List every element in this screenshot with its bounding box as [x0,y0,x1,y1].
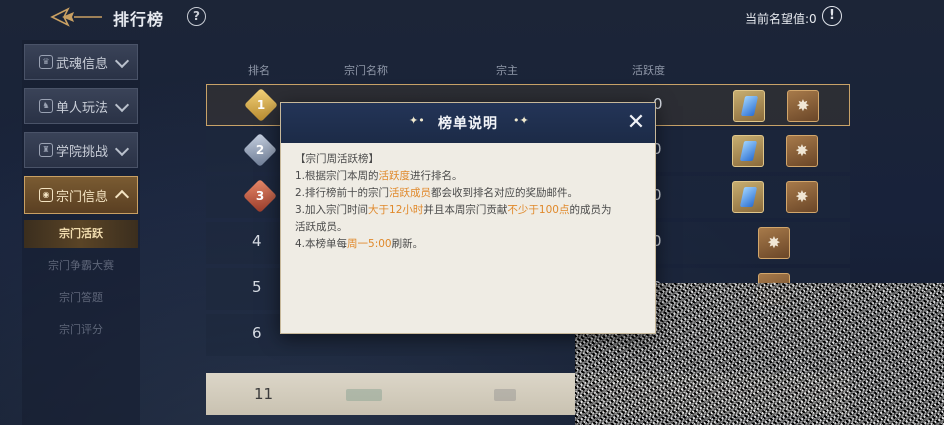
reward-blue-crystal-icon[interactable] [733,90,765,122]
rule-line-2: 2.排行榜前十的宗门活跃成员都会收到排名对应的奖励邮件。 [295,187,579,199]
sub-item-sect-contest[interactable]: 宗门争霸大赛 [24,252,138,280]
header-leader: 宗主 [496,64,518,77]
blurred-sect-name [346,389,382,401]
modal-title: 榜单说明 [438,116,498,132]
rank-number: 5 [252,278,262,296]
chevron-down-icon [114,141,130,157]
reward-blue-crystal-icon[interactable] [732,181,764,213]
sect-icon: ◉ [39,188,53,202]
sidebar-item-wuhun[interactable]: ♛ 武魂信息 [24,44,138,80]
academy-icon: ♜ [39,143,53,157]
sidebar-item-label: 学院挑战 [56,144,109,160]
chevron-up-icon [114,189,130,205]
close-icon[interactable]: ✕ [625,112,647,134]
rule-line-3b: 活跃成员。 [295,221,348,233]
rules-heading: 【宗门周活跃榜】 [295,153,379,165]
fame-value: 当前名望值:0 [745,12,817,26]
rank-medal-silver-icon: 2 [243,133,277,167]
self-rank-number: 11 [254,385,274,403]
ranking-table: 排名 宗门名称 宗主 活跃度 1 0 2 0 3 0 4 0 5 0 6 [206,58,850,356]
page-title: 排行榜 [113,10,165,29]
sub-item-sect-score[interactable]: 宗门评分 [24,316,138,344]
modal-body: 【宗门周活跃榜】 1.根据宗门本周的活跃度进行排名。 2.排行榜前十的宗门活跃成… [295,151,643,253]
reward-gold-token-icon[interactable] [786,181,818,213]
rank-medal-bronze-icon: 3 [243,179,277,213]
rule-line-3: 3.加入宗门时间大于12小时并且本周宗门贡献不少于100点的成员为 [295,204,612,216]
modal-header: ✦• 榜单说明 •✦ ✕ [281,103,655,143]
rule-line-1: 1.根据宗门本周的活跃度进行排名。 [295,170,463,182]
wuhun-icon: ♛ [39,55,53,69]
reward-blue-crystal-icon[interactable] [732,135,764,167]
sidebar: ♛ 武魂信息 ♞ 单人玩法 ♜ 学院挑战 ◉ 宗门信息 宗门活跃 宗门争霸大赛 … [22,40,140,425]
rule-line-4: 4.本榜单每周一5:00刷新。 [295,238,424,250]
rank-number: 6 [252,324,262,342]
sub-item-sect-quiz[interactable]: 宗门答题 [24,284,138,312]
sidebar-item-label: 单人玩法 [56,100,109,116]
help-icon[interactable]: ? [187,7,206,26]
reward-gold-token-icon[interactable] [787,90,819,122]
ranking-info-modal: ✦• 榜单说明 •✦ ✕ 【宗门周活跃榜】 1.根据宗门本周的活跃度进行排名。 … [280,102,656,334]
blurred-leader-name [494,389,516,401]
reward-gold-token-icon[interactable] [786,135,818,167]
rank-number: 4 [252,232,262,250]
header-rank: 排名 [248,64,270,77]
back-arrow-icon[interactable] [48,6,104,28]
header-sect-name: 宗门名称 [344,64,388,77]
sidebar-item-sect[interactable]: ◉ 宗门信息 [24,176,138,214]
reward-gold-token-icon[interactable] [758,227,790,259]
sidebar-item-academy[interactable]: ♜ 学院挑战 [24,132,138,168]
top-bar: 排行榜 ? 当前名望值:0 ! [0,0,944,36]
header-activity: 活跃度 [632,64,665,77]
title-decoration-right: •✦ [513,114,529,127]
sidebar-item-solo[interactable]: ♞ 单人玩法 [24,88,138,124]
info-icon[interactable]: ! [822,6,842,26]
chevron-down-icon [114,97,130,113]
solo-icon: ♞ [39,99,53,113]
sidebar-item-label: 宗门信息 [56,189,109,205]
rank-medal-gold-icon: 1 [244,88,278,122]
table-header: 排名 宗门名称 宗主 活跃度 [206,58,850,82]
sub-item-sect-active[interactable]: 宗门活跃 [24,220,138,248]
chevron-down-icon [114,53,130,69]
sidebar-item-label: 武魂信息 [56,56,109,72]
